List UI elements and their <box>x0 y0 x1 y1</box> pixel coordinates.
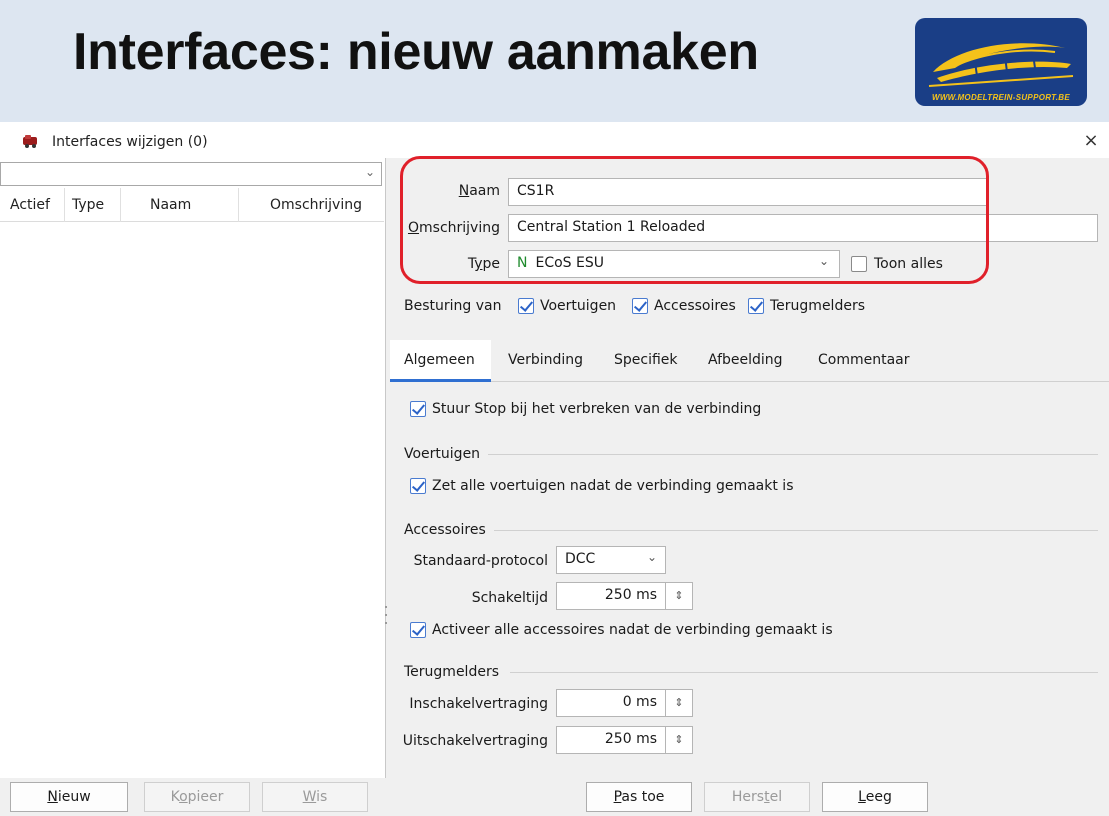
restore-button[interactable]: Herstel <box>704 782 810 812</box>
show-all-checkbox[interactable] <box>851 256 867 272</box>
control-label: Besturing van <box>404 298 502 314</box>
list-header: Actief Type Naam Omschrijving <box>0 188 384 222</box>
switch-time-spinner-icon[interactable]: ⇕ <box>665 582 693 610</box>
type-prefix: N <box>517 255 528 271</box>
type-value: ECoS ESU <box>535 255 604 271</box>
activate-accessories-label: Activeer alle accessoires nadat de verbi… <box>432 622 833 638</box>
interface-list[interactable] <box>0 222 384 778</box>
show-all-label: Toon alles <box>874 256 943 272</box>
window-titlebar: Interfaces wijzigen (0) × <box>0 122 1109 158</box>
column-header-actief[interactable]: Actief <box>10 197 50 213</box>
new-button[interactable]: Nieuw <box>10 782 128 812</box>
window-title: Interfaces wijzigen (0) <box>52 134 208 150</box>
column-separator <box>120 188 121 222</box>
chevron-down-icon: ⌄ <box>818 254 829 268</box>
stop-on-disconnect-checkbox[interactable] <box>410 401 426 417</box>
column-header-type[interactable]: Type <box>72 197 104 213</box>
column-header-naam[interactable]: Naam <box>150 197 191 213</box>
vehicles-set-all-checkbox[interactable] <box>410 478 426 494</box>
panel-splitter[interactable] <box>384 606 388 630</box>
name-input[interactable]: CS1R <box>508 178 988 206</box>
on-delay-input[interactable]: 0 ms <box>556 689 666 717</box>
chevron-down-icon: ⌄ <box>364 165 375 179</box>
slide-title: Interfaces: nieuw aanmaken <box>73 23 759 81</box>
std-protocol-label: Standaard-protocol <box>413 553 548 569</box>
filter-combobox[interactable]: ⌄ <box>0 162 382 186</box>
off-delay-label: Uitschakelvertraging <box>402 733 548 749</box>
active-tab-indicator <box>390 379 491 382</box>
switch-time-input[interactable]: 250 ms <box>556 582 666 610</box>
accessories-section-title: Accessoires <box>404 522 486 538</box>
activate-accessories-checkbox[interactable] <box>410 622 426 638</box>
vehicles-section-title: Voertuigen <box>404 446 481 462</box>
column-separator <box>238 188 239 222</box>
section-divider <box>510 672 1098 673</box>
brand-logo: WWW.MODELTREIN-SUPPORT.BE <box>915 18 1087 106</box>
on-delay-label: Inschakelvertraging <box>409 696 548 712</box>
locomotive-icon <box>23 135 37 148</box>
std-protocol-value: DCC <box>565 551 596 567</box>
delete-button[interactable]: Wis <box>262 782 368 812</box>
std-protocol-select[interactable]: DCC ⌄ <box>556 546 666 574</box>
name-label: Naam <box>458 183 500 199</box>
control-accessories-label: Accessoires <box>654 298 736 314</box>
control-vehicles-label: Voertuigen <box>540 298 617 314</box>
section-divider <box>488 454 1098 455</box>
tab-baseline <box>390 381 1109 382</box>
switch-time-label: Schakeltijd <box>471 590 548 606</box>
tab-verbinding[interactable]: Verbinding <box>508 352 583 368</box>
type-label: Type <box>467 256 500 272</box>
section-divider <box>494 530 1098 531</box>
control-feedback-label: Terugmelders <box>770 298 865 314</box>
column-separator <box>64 188 65 222</box>
clear-button[interactable]: Leeg <box>822 782 928 812</box>
tab-afbeelding[interactable]: Afbeelding <box>708 352 783 368</box>
control-feedback-checkbox[interactable] <box>748 298 764 314</box>
tab-commentaar[interactable]: Commentaar <box>818 352 910 368</box>
stop-on-disconnect-label: Stuur Stop bij het verbreken van de verb… <box>432 401 762 417</box>
vehicles-set-all-label: Zet alle voertuigen nadat de verbinding … <box>432 478 794 494</box>
column-header-omschrijving[interactable]: Omschrijving <box>270 197 362 213</box>
off-delay-spinner-icon[interactable]: ⇕ <box>665 726 693 754</box>
on-delay-spinner-icon[interactable]: ⇕ <box>665 689 693 717</box>
interface-list-panel: ⌄ Actief Type Naam Omschrijving <box>0 158 386 778</box>
tab-algemeen[interactable]: Algemeen <box>404 352 475 368</box>
slide-header: Interfaces: nieuw aanmaken WWW.MODELTREI… <box>0 0 1109 122</box>
control-vehicles-checkbox[interactable] <box>518 298 534 314</box>
chevron-down-icon: ⌄ <box>646 550 657 564</box>
logo-text: WWW.MODELTREIN-SUPPORT.BE <box>931 93 1070 102</box>
description-input[interactable]: Central Station 1 Reloaded <box>508 214 1098 242</box>
feedback-section-title: Terugmelders <box>404 664 499 680</box>
copy-button[interactable]: Kopieer <box>144 782 250 812</box>
off-delay-input[interactable]: 250 ms <box>556 726 666 754</box>
close-icon[interactable]: × <box>1080 130 1102 152</box>
tab-specifiek[interactable]: Specifiek <box>614 352 678 368</box>
apply-button[interactable]: Pas toe <box>586 782 692 812</box>
type-select[interactable]: N ECoS ESU ⌄ <box>508 250 840 278</box>
description-label: Omschrijving <box>407 220 500 236</box>
control-accessories-checkbox[interactable] <box>632 298 648 314</box>
